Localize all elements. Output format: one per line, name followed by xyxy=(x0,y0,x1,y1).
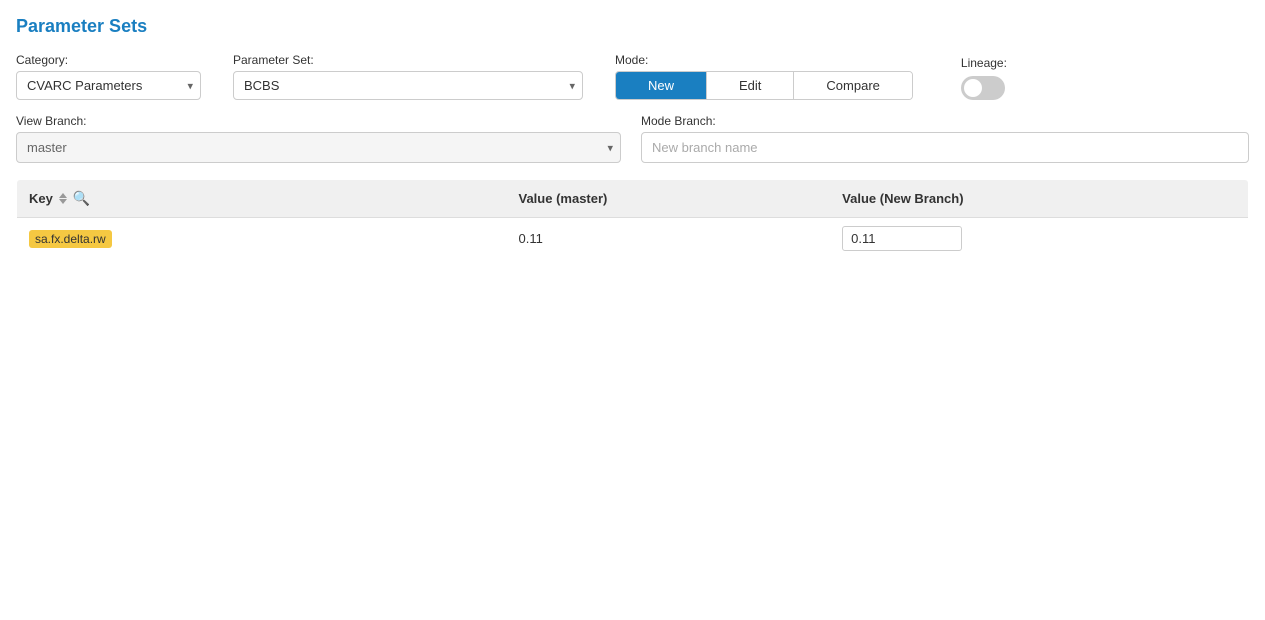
view-branch-select[interactable]: master xyxy=(16,132,621,163)
category-select-wrapper: CVARC Parameters xyxy=(16,71,201,100)
category-group: Category: CVARC Parameters xyxy=(16,53,201,100)
mode-compare-button[interactable]: Compare xyxy=(794,72,911,99)
key-column-label: Key xyxy=(29,191,53,206)
table-header: Key 🔍 Value (master) Value (New Branch) xyxy=(17,180,1249,218)
toggle-slider xyxy=(961,76,1005,100)
table-header-row: Key 🔍 Value (master) Value (New Branch) xyxy=(17,180,1249,218)
th-value-new: Value (New Branch) xyxy=(830,180,1248,218)
mode-new-button[interactable]: New xyxy=(616,72,707,99)
view-branch-group: View Branch: master xyxy=(16,114,621,163)
mode-button-group: New Edit Compare xyxy=(615,71,913,100)
search-icon[interactable]: 🔍 xyxy=(73,190,90,207)
mode-branch-label: Mode Branch: xyxy=(641,114,1249,128)
sort-up-icon xyxy=(59,193,67,198)
mode-label: Mode: xyxy=(615,53,913,67)
th-value-master: Value (master) xyxy=(507,180,831,218)
mode-branch-input[interactable] xyxy=(641,132,1249,163)
table-body: sa.fx.delta.rw 0.11 xyxy=(17,218,1249,260)
sort-down-icon xyxy=(59,199,67,204)
value-new-input[interactable] xyxy=(842,226,962,251)
parameter-set-label: Parameter Set: xyxy=(233,53,583,67)
view-branch-label: View Branch: xyxy=(16,114,621,128)
lineage-toggle[interactable] xyxy=(961,76,1005,100)
value-master-cell: 0.11 xyxy=(507,218,831,260)
parameter-set-group: Parameter Set: BCBS xyxy=(233,53,583,100)
mode-edit-button[interactable]: Edit xyxy=(707,72,794,99)
branch-row: View Branch: master Mode Branch: xyxy=(16,114,1249,163)
key-cell: sa.fx.delta.rw xyxy=(29,230,112,248)
parameter-set-select-wrapper: BCBS xyxy=(233,71,583,100)
key-cell-container: sa.fx.delta.rw xyxy=(17,218,507,260)
mode-branch-group: Mode Branch: xyxy=(641,114,1249,163)
category-label: Category: xyxy=(16,53,201,67)
category-select[interactable]: CVARC Parameters xyxy=(16,71,201,100)
th-key: Key 🔍 xyxy=(17,180,507,218)
parameter-set-select[interactable]: BCBS xyxy=(233,71,583,100)
page-title: Parameter Sets xyxy=(16,16,1249,37)
table-row: sa.fx.delta.rw 0.11 xyxy=(17,218,1249,260)
data-table: Key 🔍 Value (master) Value (New Branch) … xyxy=(16,179,1249,260)
lineage-label: Lineage: xyxy=(961,56,1007,70)
lineage-group: Lineage: xyxy=(961,56,1007,100)
sort-icon[interactable] xyxy=(59,193,67,204)
controls-row: Category: CVARC Parameters Parameter Set… xyxy=(16,53,1249,100)
view-branch-select-wrapper: master xyxy=(16,132,621,163)
value-new-cell xyxy=(830,218,1248,260)
mode-group: Mode: New Edit Compare xyxy=(615,53,913,100)
